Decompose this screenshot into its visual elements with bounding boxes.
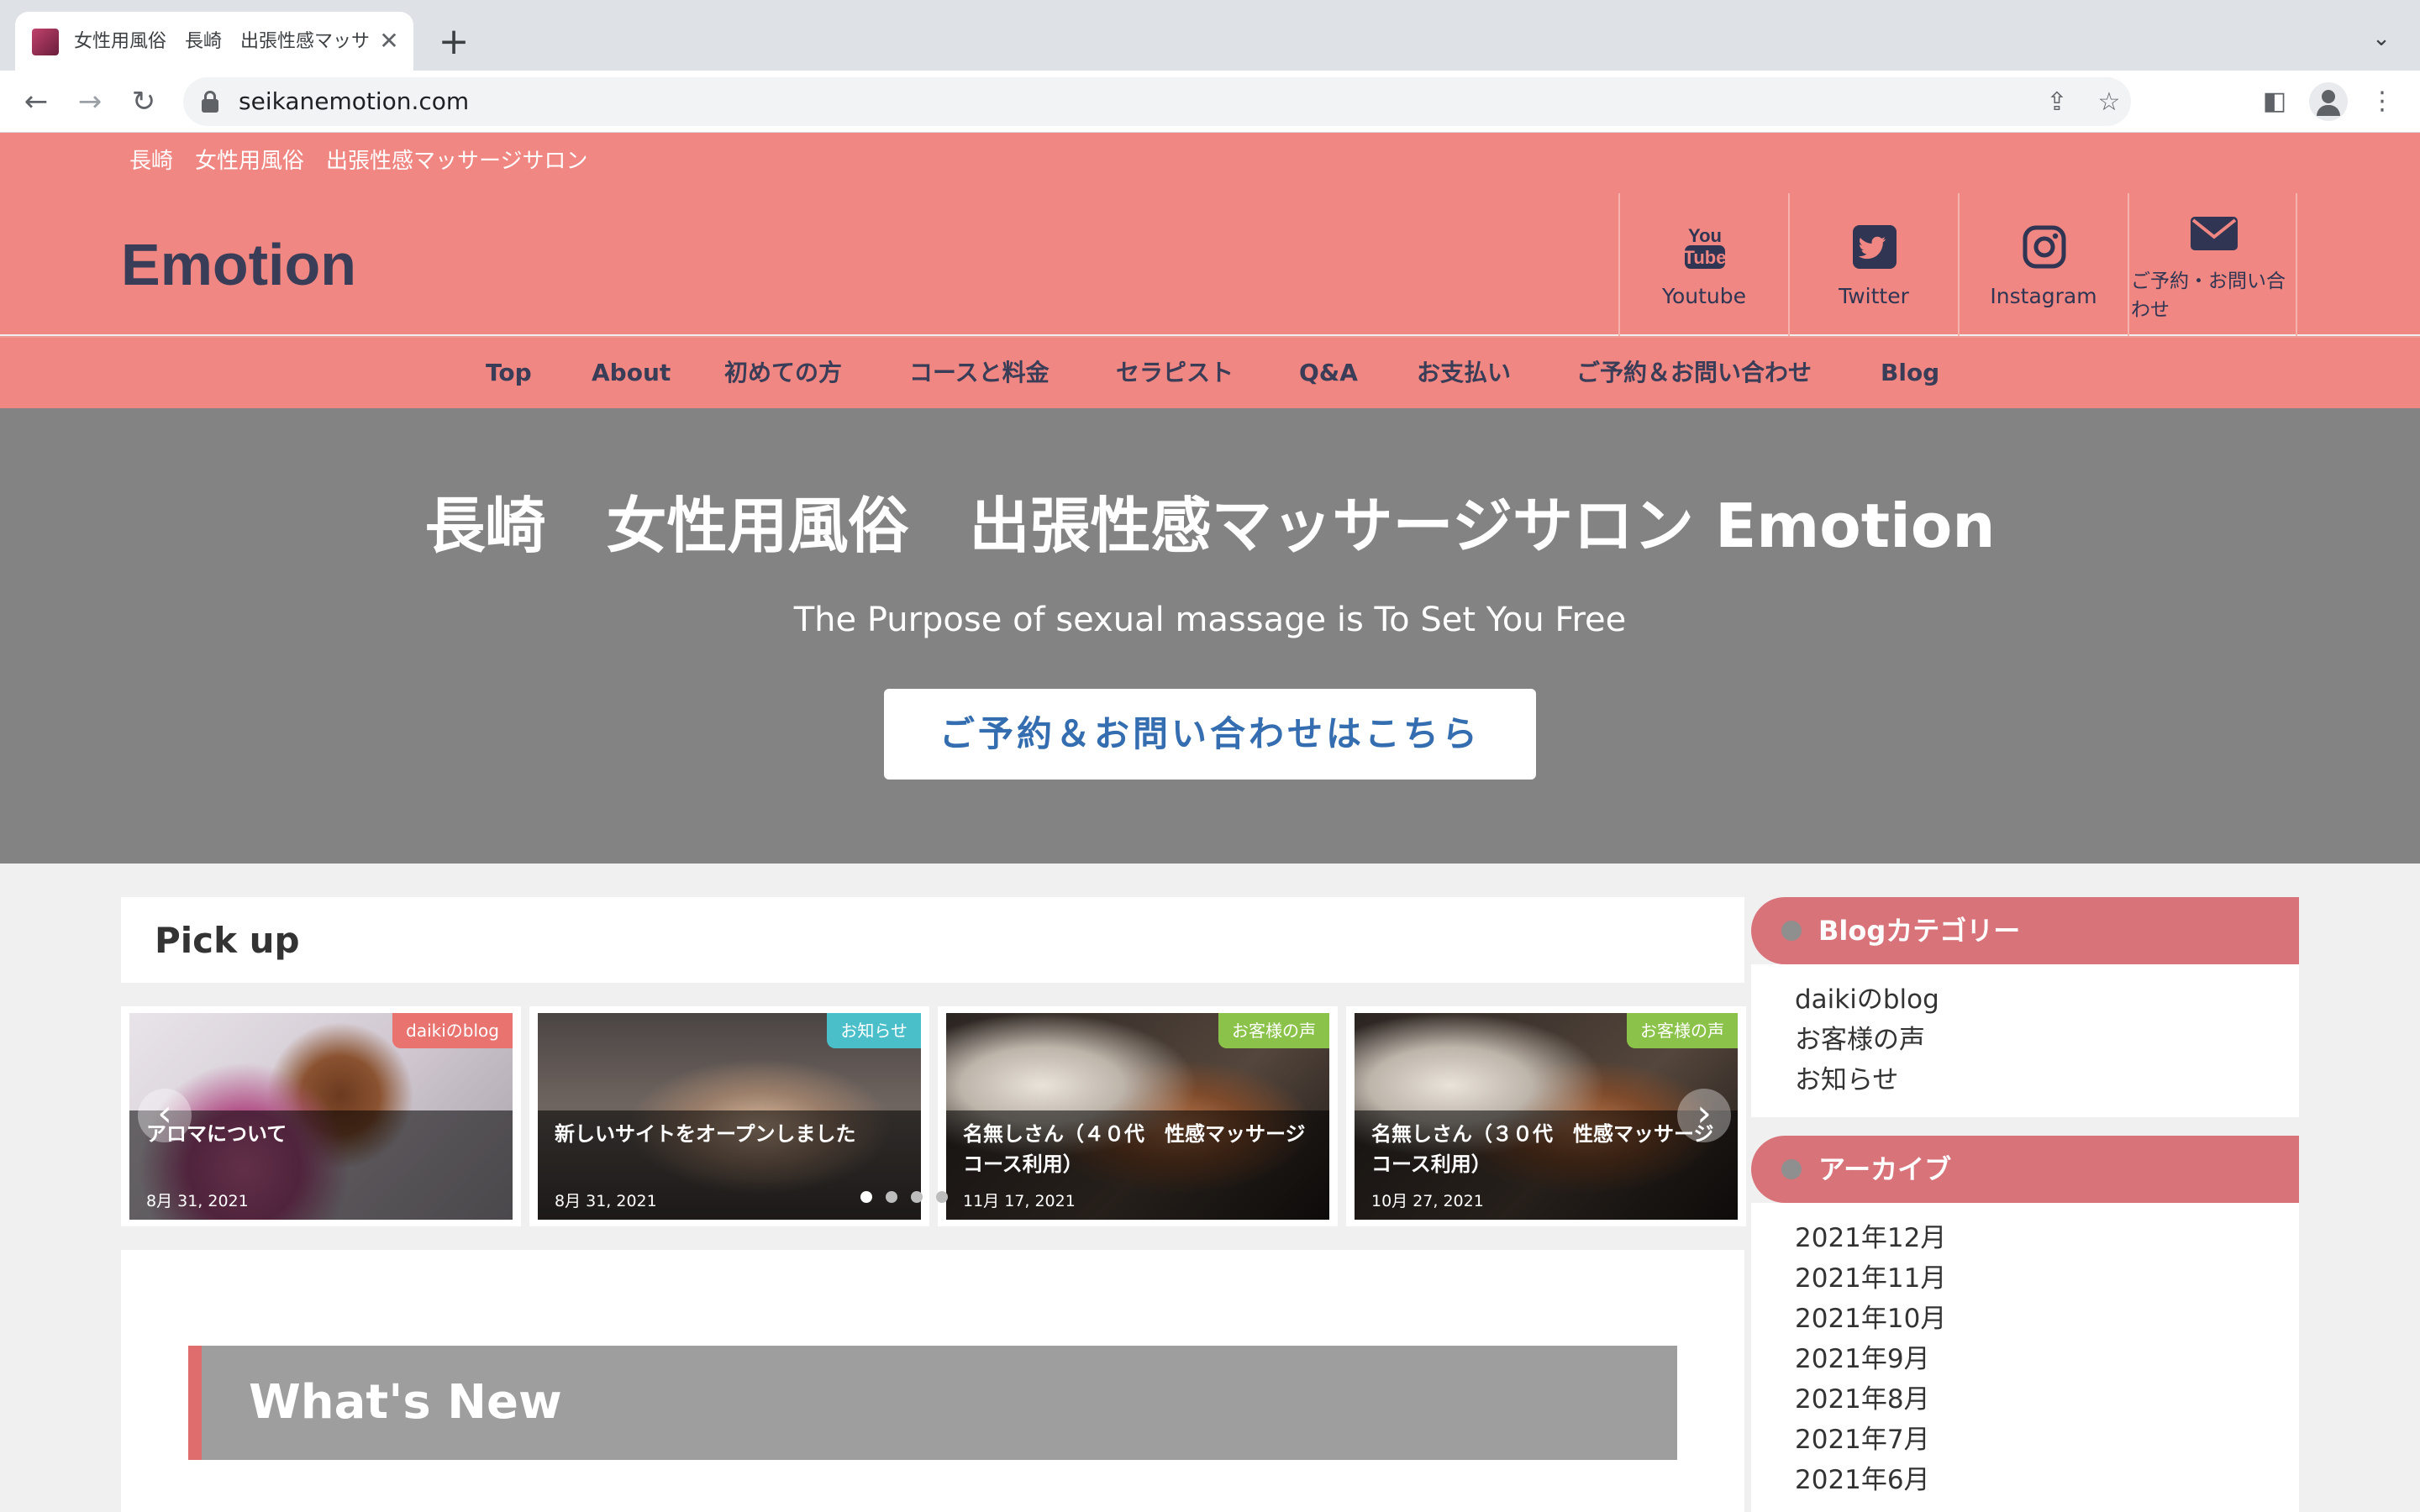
slider-next-arrow-icon[interactable]: › [1677,1089,1731,1142]
nav-qa[interactable]: Q&A [1299,356,1358,390]
browser-tab-bar: 女性用風俗 長崎 出張性感マッサ ✕ + ⌄ [0,0,2420,71]
site-logo[interactable]: Emotion [121,227,356,302]
pickup-title: Pick up [155,920,300,961]
card-date: 8月 31, 2021 [146,1192,249,1210]
browser-tab[interactable]: 女性用風俗 長崎 出張性感マッサ ✕ [15,12,413,71]
archive-widget-header: アーカイブ [1751,1136,2299,1203]
nav-reservation[interactable]: ご予約＆お問い合わせ [1576,356,1812,390]
hero-subtitle: The Purpose of sexual massage is To Set … [793,601,1627,639]
site-tagline: 長崎 女性用風俗 出張性感マッサージサロン [129,149,588,174]
site-favicon-icon [32,29,59,55]
archive-link[interactable]: 2021年6月 [1795,1462,1930,1499]
youtube-icon: You Tube [1684,225,1727,269]
archive-link[interactable]: 2021年12月 [1795,1220,1946,1257]
bullet-dot-icon [1781,921,1802,941]
category-link[interactable]: お客様の声 [1795,1021,1925,1058]
reload-button[interactable]: ↻ [124,82,163,121]
card-category-badge[interactable]: お客様の声 [1627,1013,1738,1048]
hero-section: 長崎 女性用風俗 出張性感マッサージサロン Emotion The Purpos… [0,408,2420,864]
blog-category-widget-header: Blogカテゴリー [1751,897,2299,964]
archive-link[interactable]: 2021年10月 [1795,1300,1946,1337]
archive-link[interactable]: 2021年8月 [1795,1381,1930,1418]
nav-first-time[interactable]: 初めての方 [724,356,842,390]
nav-payment[interactable]: お支払い [1417,356,1511,390]
site-header: 長崎 女性用風俗 出張性感マッサージサロン Emotion You Tube Y… [0,133,2420,336]
card-category-badge[interactable]: お知らせ [827,1013,921,1048]
bookmark-star-icon[interactable]: ☆ [2094,87,2124,118]
category-link[interactable]: daikiのblog [1795,981,1939,1018]
bullet-dot-icon [1781,1159,1802,1179]
category-link[interactable]: お知らせ [1795,1062,1898,1099]
slider-dot[interactable] [886,1191,897,1203]
new-tab-button[interactable]: + [434,22,474,62]
nav-about[interactable]: About [592,356,671,390]
card-title: 新しいサイトをオープンしました [555,1122,856,1146]
card-date: 11月 17, 2021 [963,1192,1076,1210]
sns-instagram-label: Instagram [1990,284,2097,308]
slider-dot[interactable] [860,1191,872,1203]
card-title: アロマについて [146,1122,287,1146]
address-bar[interactable]: seikanemotion.com ⇪ ☆ [183,77,2131,126]
side-panel-icon[interactable]: ◧ [2255,82,2294,121]
forward-button[interactable]: → [71,82,109,121]
reservation-cta-button[interactable]: ご予約＆お問い合わせはこちら [884,689,1536,780]
instagram-icon [2023,225,2066,269]
profile-avatar-icon[interactable] [2309,82,2348,121]
sns-youtube-label: Youtube [1662,284,1746,308]
nav-therapist[interactable]: セラピスト [1116,356,1234,390]
sns-youtube[interactable]: You Tube Youtube [1618,193,1788,336]
card-title: 名無しさん（３０代 性感マッサージコース利用） [1371,1122,1714,1176]
card-caption: 名無しさん（４０代 性感マッサージコース利用） 11月 17, 2021 [946,1110,1329,1220]
svg-text:Tube: Tube [1684,247,1727,268]
tab-title: 女性用風俗 長崎 出張性感マッサ [74,31,371,52]
back-button[interactable]: ← [17,82,55,121]
pickup-card[interactable]: お客様の声 名無しさん（４０代 性感マッサージコース利用） 11月 17, 20… [938,1006,1338,1226]
sns-twitter-label: Twitter [1839,284,1909,308]
archive-list: 2021年12月 2021年11月 2021年10月 2021年9月 2021年… [1751,1203,2299,1512]
browser-toolbar: ← → ↻ seikanemotion.com ⇪ ☆ ◧ ⋮ [0,71,2420,133]
hero-title: 長崎 女性用風俗 出張性感マッサージサロン Emotion [424,491,1996,561]
blog-category-list: daikiのblog お客様の声 お知らせ [1751,964,2299,1117]
sns-contact-label: ご予約・お問い合わせ [2131,270,2286,321]
svg-text:You: You [1688,225,1722,246]
slider-dot[interactable] [911,1191,923,1203]
mail-envelope-icon [2191,217,2238,250]
global-nav: Top About 初めての方 コースと料金 セラピスト Q&A お支払い ご予… [0,336,2420,408]
widget-title: アーカイブ [1818,1153,1952,1185]
nav-course-price[interactable]: コースと料金 [909,356,1050,390]
card-caption: 新しいサイトをオープンしました 8月 31, 2021 [538,1110,921,1220]
pickup-header: Pick up [121,897,1744,983]
tab-search-chevron-icon[interactable]: ⌄ [2365,22,2398,55]
sns-contact[interactable]: ご予約・お問い合わせ [2128,193,2297,336]
twitter-icon [1853,225,1897,269]
whats-new-title: What's New [249,1375,562,1430]
archive-link[interactable]: 2021年11月 [1795,1260,1946,1297]
whats-new-section: What's New [121,1250,1744,1512]
share-icon[interactable]: ⇪ [2042,87,2072,118]
archive-link[interactable]: 2021年9月 [1795,1341,1930,1378]
slider-dot[interactable] [936,1191,948,1203]
nav-top[interactable]: Top [486,356,532,390]
nav-blog[interactable]: Blog [1881,356,1939,390]
sns-instagram[interactable]: Instagram [1958,193,2128,336]
card-date: 10月 27, 2021 [1371,1192,1484,1210]
card-title: 名無しさん（４０代 性感マッサージコース利用） [963,1122,1306,1176]
slider-prev-arrow-icon[interactable]: ‹ [138,1089,192,1142]
card-thumbnail: お知らせ 新しいサイトをオープンしました 8月 31, 2021 [538,1013,921,1220]
card-category-badge[interactable]: お客様の声 [1218,1013,1329,1048]
url-text[interactable]: seikanemotion.com [239,87,469,116]
browser-menu-icon[interactable]: ⋮ [2363,82,2402,121]
card-date: 8月 31, 2021 [555,1192,657,1210]
card-category-badge[interactable]: daikiのblog [392,1013,513,1048]
archive-link[interactable]: 2021年7月 [1795,1421,1930,1458]
card-thumbnail: お客様の声 名無しさん（４０代 性感マッサージコース利用） 11月 17, 20… [946,1013,1329,1220]
whats-new-header: What's New [188,1346,1677,1460]
lock-icon[interactable] [202,91,218,113]
close-tab-icon[interactable]: ✕ [375,27,403,55]
widget-title: Blogカテゴリー [1818,915,2021,947]
sns-twitter[interactable]: Twitter [1788,193,1958,336]
